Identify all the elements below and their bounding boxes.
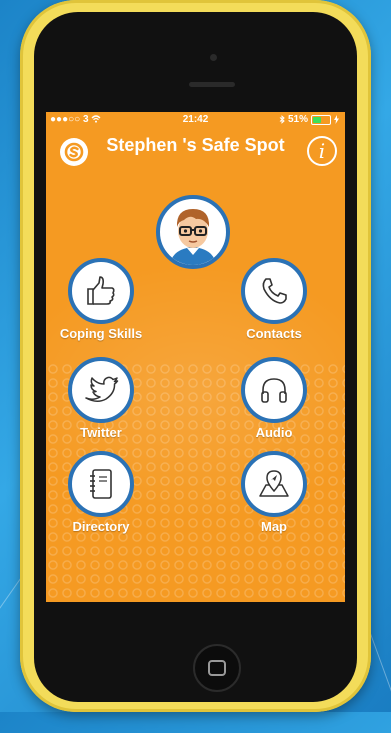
battery-fill — [313, 116, 322, 123]
tile-label: Map — [261, 519, 287, 534]
logo-icon — [64, 142, 84, 162]
tile-label: Coping Skills — [59, 326, 143, 341]
tile-twitter[interactable]: Twitter — [51, 357, 151, 440]
phone-icon — [262, 278, 287, 304]
battery-percent: 51% — [287, 114, 308, 125]
home-button[interactable] — [193, 644, 241, 692]
bluetooth-icon — [279, 115, 285, 124]
status-bar: ●●●○○ 3 21:42 51% — [46, 112, 345, 128]
avatar[interactable] — [156, 195, 230, 269]
tile-contacts[interactable]: Contacts — [224, 258, 324, 341]
tile-label: Twitter — [80, 425, 122, 440]
tile-audio[interactable]: Audio — [224, 357, 324, 440]
thumbs-up-icon — [87, 276, 115, 305]
tile-label: Audio — [255, 425, 293, 440]
front-camera — [210, 54, 217, 61]
tile-coping-skills[interactable]: Coping Skills — [51, 258, 151, 341]
info-button[interactable]: i — [307, 136, 337, 166]
battery-icon — [311, 114, 331, 125]
audio-button[interactable] — [241, 357, 307, 423]
status-right: 51% — [279, 114, 339, 125]
charging-icon — [334, 115, 339, 124]
home-square-icon — [208, 660, 226, 676]
app-logo-button[interactable] — [60, 138, 88, 166]
earpiece-speaker — [189, 82, 235, 87]
contacts-button[interactable] — [241, 258, 307, 324]
tile-label: Directory — [72, 519, 130, 534]
notebook-icon — [90, 469, 112, 499]
tile-directory[interactable]: Directory — [51, 451, 151, 534]
twitter-bird-icon — [85, 376, 119, 402]
page-title: Stephen 's Safe Spot — [106, 135, 285, 155]
headphones-icon — [261, 378, 287, 403]
app-screen: ●●●○○ 3 21:42 51% Stephen 's Safe Spot i… — [46, 112, 345, 602]
tile-map[interactable]: Map — [224, 451, 324, 534]
directory-button[interactable] — [68, 451, 134, 517]
coping-skills-button[interactable] — [68, 258, 134, 324]
map-pin-icon — [259, 470, 289, 497]
map-button[interactable] — [241, 451, 307, 517]
twitter-button[interactable] — [68, 357, 134, 423]
cartoon-boy-icon — [170, 209, 216, 265]
tile-label: Contacts — [246, 326, 302, 341]
